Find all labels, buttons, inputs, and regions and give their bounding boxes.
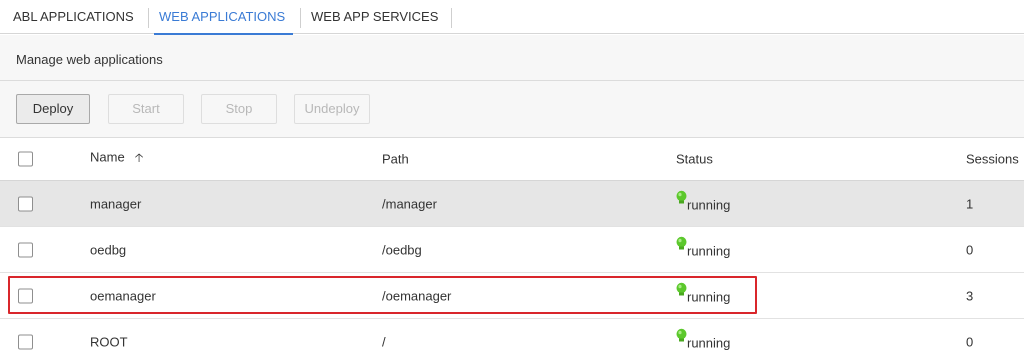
app-name: ROOT <box>90 334 128 349</box>
status-text: running <box>687 197 731 212</box>
app-path: /oedbg <box>382 242 422 257</box>
tab-label: WEB APPLICATIONS <box>159 9 286 24</box>
app-name: oemanager <box>90 288 156 303</box>
page-subtitle: Manage web applications <box>16 52 163 67</box>
app-sessions: 0 <box>966 242 974 257</box>
tab-bar: ABL APPLICATIONS WEB APPLICATIONS WEB AP… <box>0 0 1024 35</box>
column-header-name[interactable]: Name 🡡 <box>90 149 143 170</box>
action-toolbar: Deploy Start Stop Undeploy <box>0 81 1024 138</box>
column-header-path[interactable]: Path <box>382 152 409 167</box>
status-running-icon <box>676 282 687 295</box>
status-text: running <box>687 289 731 304</box>
page-subtitle-bar: Manage web applications <box>0 35 1024 81</box>
app-status: running <box>676 328 731 350</box>
start-button[interactable]: Start <box>108 94 184 124</box>
app-sessions: 1 <box>966 196 974 211</box>
app-sessions: 0 <box>966 334 974 349</box>
arrow-up-icon: 🡡 <box>134 150 144 165</box>
row-checkbox[interactable] <box>18 242 33 257</box>
app-status: running <box>676 190 731 212</box>
column-label: Name <box>90 149 125 165</box>
status-text: running <box>687 243 731 258</box>
deploy-button[interactable]: Deploy <box>16 94 90 124</box>
row-checkbox[interactable] <box>18 288 33 303</box>
app-path: /manager <box>382 196 437 211</box>
tab-divider <box>300 8 301 28</box>
undeploy-button[interactable]: Undeploy <box>294 94 370 124</box>
status-running-icon <box>676 236 687 249</box>
tab-abl-applications[interactable]: ABL APPLICATIONS <box>13 0 134 34</box>
app-path: / <box>382 334 386 349</box>
tab-web-applications[interactable]: WEB APPLICATIONS <box>154 0 294 35</box>
row-checkbox[interactable] <box>18 196 33 211</box>
app-status: running <box>676 236 731 258</box>
app-name: manager <box>90 196 142 211</box>
table-row[interactable]: ROOT / running 0 <box>0 319 1024 364</box>
app-sessions: 3 <box>966 288 974 303</box>
row-checkbox[interactable] <box>18 334 33 349</box>
tab-divider <box>148 8 149 28</box>
status-running-icon <box>676 190 687 203</box>
table-row[interactable]: manager /manager running 1 <box>0 181 1024 227</box>
stop-button[interactable]: Stop <box>201 94 277 124</box>
tab-label: ABL APPLICATIONS <box>13 9 134 24</box>
app-path: /oemanager <box>382 288 452 303</box>
app-name: oedbg <box>90 242 127 257</box>
table-header: Name 🡡 Path Status Sessions <box>0 138 1024 181</box>
table-row[interactable]: oemanager /oemanager running 3 <box>0 273 1024 319</box>
column-header-sessions[interactable]: Sessions <box>966 152 1019 167</box>
status-text: running <box>687 335 731 350</box>
select-all-checkbox[interactable] <box>18 151 33 167</box>
tab-divider <box>451 8 452 28</box>
status-running-icon <box>676 328 687 341</box>
tab-label: WEB APP SERVICES <box>311 9 439 24</box>
tab-web-app-services[interactable]: WEB APP SERVICES <box>311 0 438 34</box>
app-status: running <box>676 282 731 304</box>
column-header-status[interactable]: Status <box>676 152 713 167</box>
table-row[interactable]: oedbg /oedbg running 0 <box>0 227 1024 273</box>
